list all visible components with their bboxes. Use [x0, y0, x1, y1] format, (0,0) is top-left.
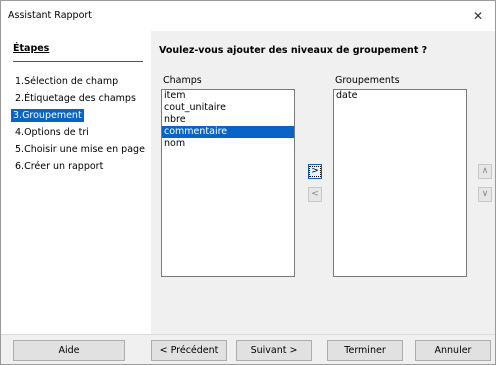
steps-panel: Étapes 1.Sélection de champ 2.Étiquetage…: [1, 31, 151, 334]
step-field-labeling[interactable]: 2.Étiquetage des champs: [13, 92, 138, 105]
fields-label: Champs: [163, 75, 202, 86]
fields-listbox[interactable]: item cout_unitaire nbre commentaire nom: [161, 89, 295, 277]
step-create-report[interactable]: 6.Créer un rapport: [13, 160, 105, 173]
list-item[interactable]: cout_unitaire: [162, 102, 294, 114]
list-item-selected[interactable]: commentaire: [162, 126, 294, 138]
chevron-down-icon: ∨: [481, 189, 489, 199]
window-title: Assistant Rapport: [8, 10, 93, 21]
step-grouping[interactable]: 3.Groupement: [11, 109, 84, 122]
move-up-button[interactable]: ∧: [478, 164, 492, 179]
step-field-selection[interactable]: 1.Sélection de champ: [13, 75, 120, 88]
move-down-button[interactable]: ∨: [478, 187, 492, 202]
groupings-label: Groupements: [335, 75, 400, 86]
list-item[interactable]: nom: [162, 138, 294, 150]
grouping-page: Voulez-vous ajouter des niveaux de group…: [151, 31, 495, 334]
page-question: Voulez-vous ajouter des niveaux de group…: [159, 45, 428, 56]
add-arrow-icon: >: [309, 166, 321, 177]
steps-heading: Étapes: [13, 43, 143, 62]
close-button[interactable]: ✕: [461, 1, 495, 31]
previous-button[interactable]: < Précédent: [151, 340, 227, 361]
remove-arrow-icon: <: [311, 189, 319, 199]
add-grouping-button[interactable]: >: [308, 164, 322, 179]
step-choose-layout[interactable]: 5.Choisir une mise en page: [13, 143, 147, 156]
next-button[interactable]: Suivant >: [236, 340, 312, 361]
help-button[interactable]: Aide: [13, 340, 125, 361]
cancel-button[interactable]: Annuler: [415, 340, 491, 361]
step-sort-options[interactable]: 4.Options de tri: [13, 126, 91, 139]
title-bar: Assistant Rapport ✕: [1, 1, 495, 31]
report-wizard-window: Assistant Rapport ✕ Étapes 1.Sélection d…: [0, 0, 496, 365]
remove-grouping-button[interactable]: <: [308, 187, 322, 202]
list-item[interactable]: nbre: [162, 114, 294, 126]
chevron-up-icon: ∧: [481, 166, 489, 176]
finish-button[interactable]: Terminer: [327, 340, 403, 361]
list-item[interactable]: date: [334, 90, 466, 102]
close-icon: ✕: [472, 9, 484, 23]
button-bar: Aide < Précédent Suivant > Terminer Annu…: [1, 334, 495, 364]
groupings-listbox[interactable]: date: [333, 89, 467, 277]
list-item[interactable]: item: [162, 90, 294, 102]
